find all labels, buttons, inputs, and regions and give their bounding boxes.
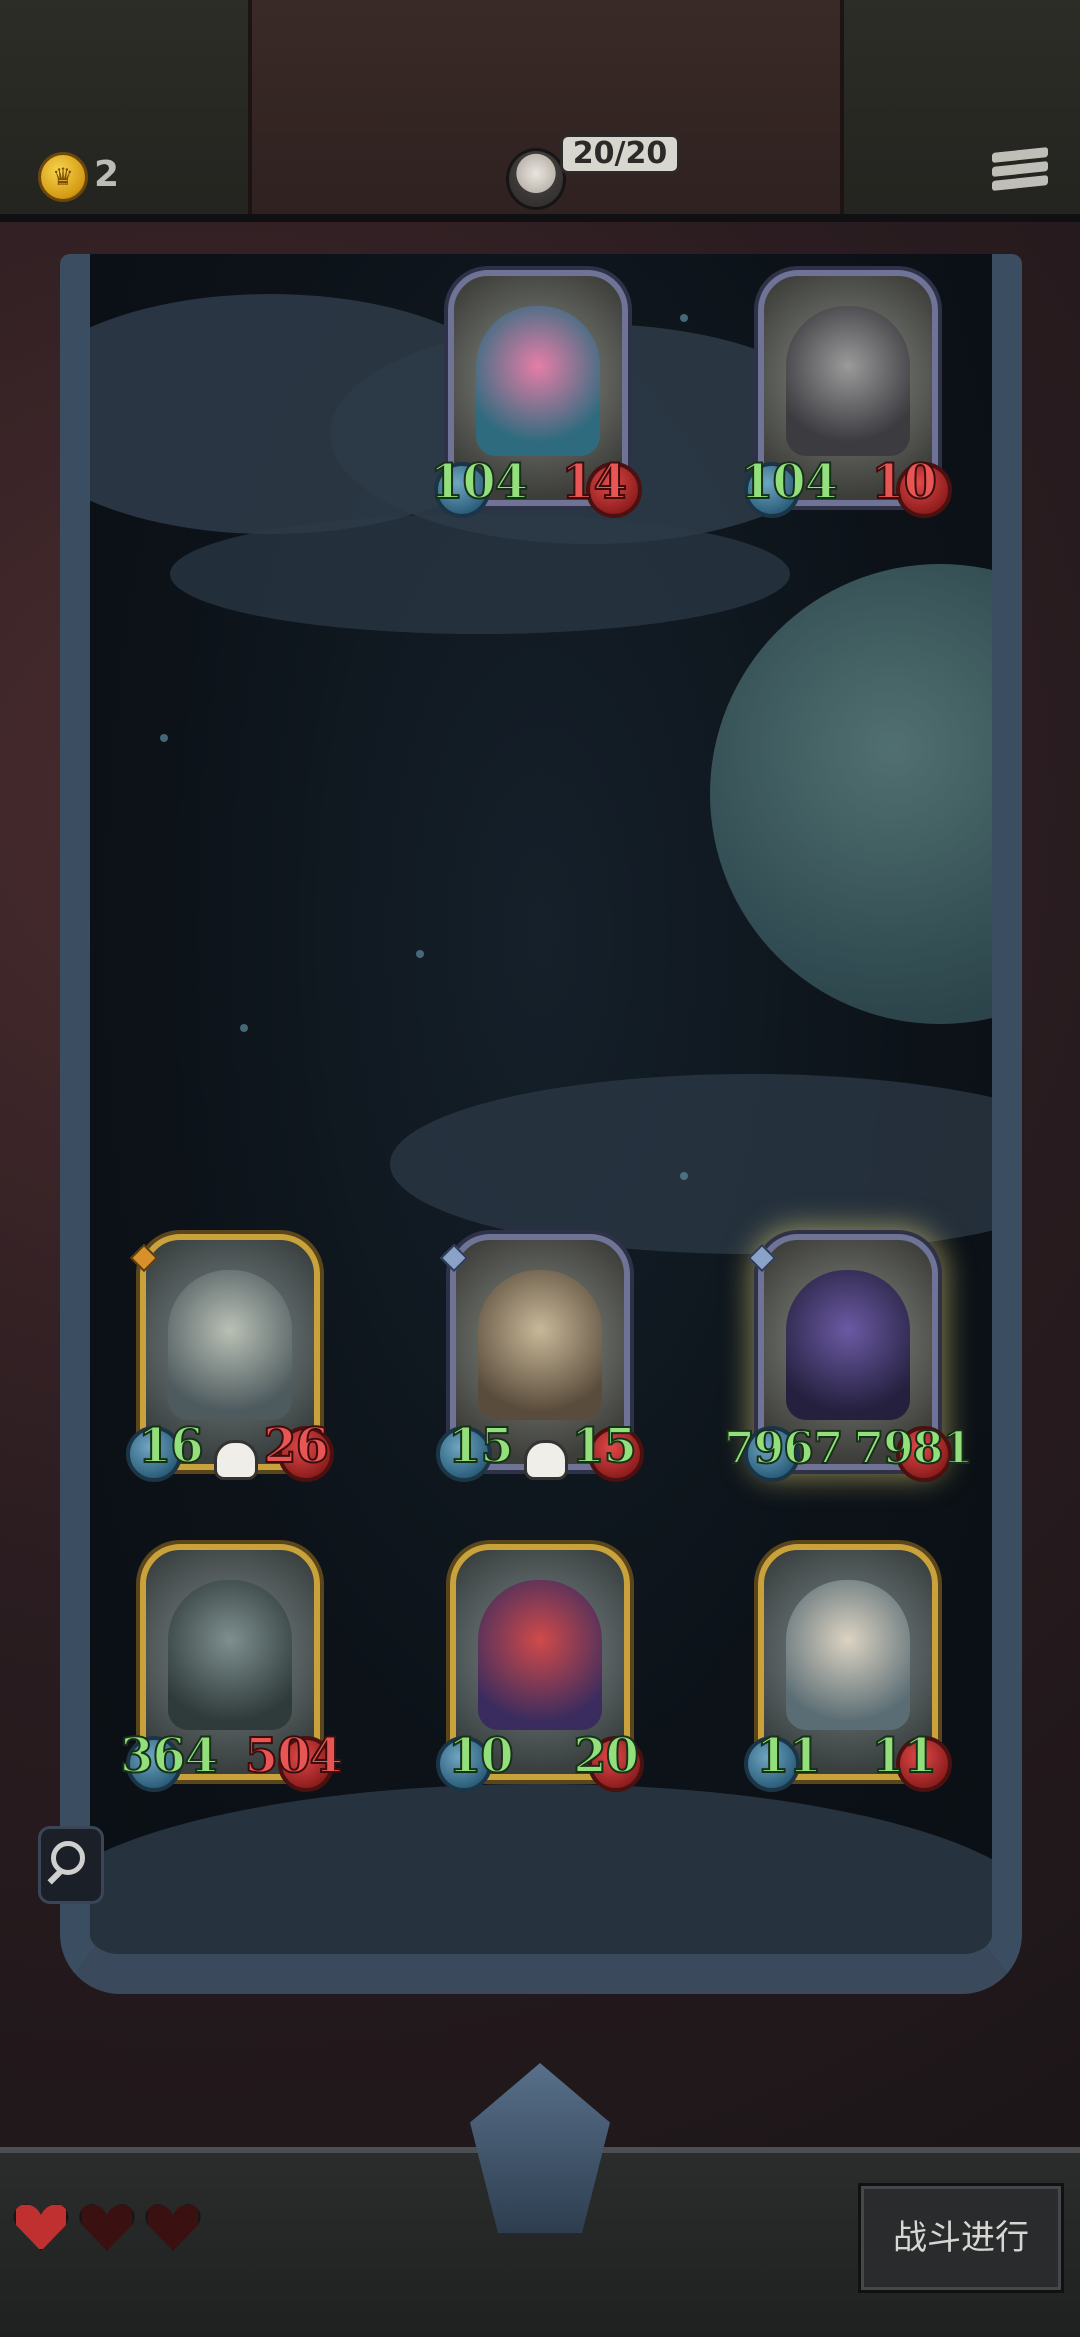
player-card-bone-dragon[interactable]: 11 11: [744, 1544, 952, 1792]
health-value: 15: [570, 1417, 638, 1475]
horned-beast-portrait: [786, 306, 910, 456]
player-card-bandaged-brute[interactable]: 16 26: [126, 1234, 334, 1482]
coin-count: 2: [94, 154, 120, 195]
attack-value: 16: [137, 1417, 205, 1475]
airship-bomb-portrait: [478, 1270, 602, 1420]
health-value: 7981: [853, 1422, 974, 1475]
attack-value: 11: [755, 1727, 823, 1785]
heart-icon: [78, 2201, 136, 2253]
heart-icon: [144, 2201, 202, 2253]
moon: [710, 564, 992, 1024]
health-value: 504: [244, 1727, 344, 1785]
purple-wizard-portrait: [786, 1270, 910, 1420]
heart-icon: [12, 2201, 70, 2253]
health-value: 20: [572, 1727, 640, 1785]
bottom-bar: 战斗进行: [0, 2063, 1080, 2337]
attack-value: 104: [429, 453, 529, 511]
attack-value: 104: [739, 453, 839, 511]
skull-icon: [214, 1440, 258, 1480]
striped-clown-portrait: [478, 1580, 602, 1730]
magnifier-icon[interactable]: [38, 1826, 104, 1904]
player-avatar[interactable]: [506, 148, 566, 210]
pirate-girl-portrait: [476, 306, 600, 456]
player-card-airship-bomb[interactable]: 15 15: [436, 1234, 644, 1482]
skull-icon: [524, 1440, 568, 1480]
health-value: 26: [262, 1417, 330, 1475]
enemy-card-pirate-girl[interactable]: 104 14: [429, 270, 642, 518]
iron-golem-portrait: [168, 1580, 292, 1730]
attack-value: 364: [119, 1727, 219, 1785]
hamburger-menu-icon[interactable]: [992, 146, 1048, 198]
health-value: 14: [560, 453, 628, 511]
bone-dragon-portrait: [786, 1580, 910, 1730]
health-value: 11: [870, 1727, 938, 1785]
enemy-card-horned-beast[interactable]: 104 10: [739, 270, 952, 518]
battle-in-progress-button[interactable]: 战斗进行: [858, 2183, 1064, 2293]
attack-value: 7967: [723, 1422, 844, 1475]
player-card-purple-wizard[interactable]: 7967 7981: [723, 1234, 974, 1482]
lives-counter: 20/20: [560, 134, 680, 174]
attack-value: 10: [447, 1727, 515, 1785]
crown-coin-icon: ♛: [38, 152, 88, 202]
top-bar: ♛ 2 20/20: [0, 0, 1080, 224]
attack-value: 15: [447, 1417, 515, 1475]
health-value: 10: [870, 453, 938, 511]
bandaged-brute-portrait: [168, 1270, 292, 1420]
player-card-iron-golem[interactable]: 364 504: [119, 1544, 344, 1792]
player-card-striped-clown[interactable]: 10 20: [436, 1544, 644, 1792]
